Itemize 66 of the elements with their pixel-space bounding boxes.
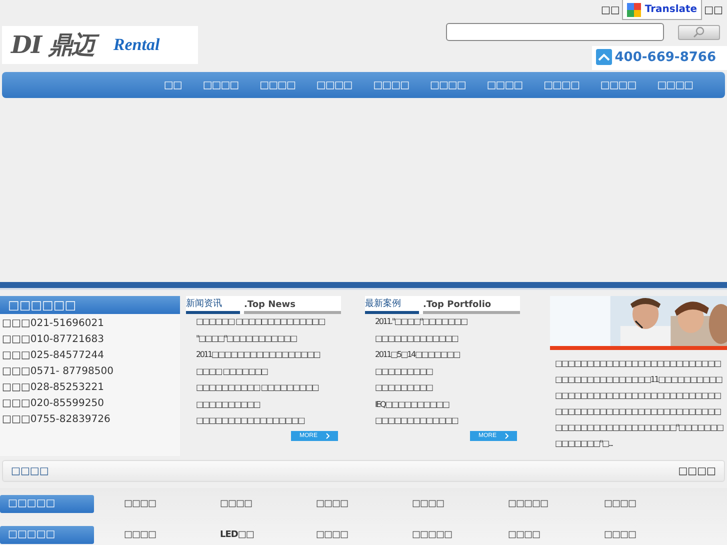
section-subtitle: .Top Portfolio — [423, 300, 520, 314]
logo-tagline: Rental — [113, 35, 160, 55]
category-label: □□□□□ — [0, 526, 94, 544]
section-subtitle: .Top News — [244, 300, 341, 314]
category-link[interactable]: □□□□ — [604, 498, 700, 508]
nav-item[interactable]: □□□□ — [316, 80, 352, 90]
translate-icon — [626, 2, 641, 16]
top-link[interactable]: □□ — [704, 4, 723, 16]
article-link[interactable]: □□□□ □□□□□□□ — [186, 364, 341, 380]
article-link[interactable]: 2011□5□14□□□□□□□ — [365, 347, 520, 364]
nav-item[interactable]: □□□□ — [600, 80, 636, 90]
article-link[interactable]: IEQ□□□□□□□□□□ — [365, 396, 520, 413]
section-title: 最新案例 — [365, 297, 419, 314]
category-link[interactable]: □□□□□ — [508, 498, 604, 508]
search-button[interactable] — [678, 24, 720, 40]
nav-item[interactable]: □□ — [164, 80, 182, 90]
hotline-number: 400-669-8766 — [614, 50, 716, 64]
nav-item[interactable]: □□□□ — [430, 80, 466, 90]
nav-item[interactable]: □□□□ — [544, 80, 580, 90]
links-title: □□□□ — [11, 466, 49, 476]
article-link[interactable]: □□□□□□□□□□□□□ — [365, 330, 520, 347]
category-link[interactable]: □□□□ — [124, 530, 220, 540]
article-link[interactable]: 2011□□□□□□□□□□□□□□□□□ — [186, 347, 341, 364]
article-link[interactable]: □□□□□□ □□□□□□□□□□□□□□ — [186, 314, 341, 330]
nav-item[interactable]: □□□□ — [657, 80, 693, 90]
contact-phone: □□□0755-82839726 — [1, 413, 112, 427]
category-link[interactable]: LED□□ — [220, 530, 316, 540]
nav-item[interactable]: □□□□ — [373, 80, 410, 90]
article-link[interactable]: □□□□□□□□□ — [365, 380, 520, 396]
category-link[interactable]: □□□□ — [316, 530, 412, 540]
logo[interactable]: DI 鼎迈 Rental — [2, 26, 198, 64]
contact-phone: □□□0571- 87798500 — [1, 365, 114, 379]
search-icon — [692, 26, 706, 38]
contact-phone: □□□021-51696021 — [1, 317, 105, 331]
about-text: □□□□□□□□□□□□□□□□□□□□□□□□□□□□□□□□□□□□□□□□□11□□□□□□□□□□□□□□□□□□□□□□□□□□□□□□□□□□□□□□□□□□□□□□□□□□□□□□□□□□□□□□□□□□□□□□□□□□□□□□□□□"□□□□□□□□□□□□□□"□... — [554, 358, 724, 450]
article-link[interactable]: □□□□□□□□□□□□□□□□□ — [186, 413, 341, 430]
top-link[interactable]: □□ — [600, 4, 620, 16]
contact-phone: □□□025-84577244 — [1, 349, 105, 363]
category-link[interactable]: □□□□ — [604, 530, 700, 540]
section-title: 新闻资讯 — [186, 297, 240, 314]
category-label: □□□□□ — [0, 494, 94, 512]
links-more[interactable]: □□□□ — [678, 466, 716, 476]
article-link[interactable]: □□□□□□□□□□ □□□□□□□□□ — [186, 380, 341, 396]
category-link[interactable]: □□□□ — [220, 498, 316, 508]
contact-phone: □□□010-87721683 — [1, 333, 105, 347]
category-link[interactable]: □□□□ — [412, 498, 508, 508]
article-link[interactable]: □□□□□□□□□ — [365, 364, 520, 380]
contact-phone: □□□028-85253221 — [1, 381, 105, 395]
nav-item[interactable]: □□□□ — [260, 80, 296, 90]
category-link[interactable]: □□□□ — [124, 498, 220, 508]
panel-title: □□□□□□ — [0, 296, 180, 314]
category-link[interactable]: □□□□□ — [412, 530, 508, 540]
category-link[interactable]: □□□□ — [316, 498, 412, 508]
chevron-icon — [504, 432, 508, 438]
translate-button[interactable]: Translate — [622, 0, 702, 20]
nav-item[interactable]: □□□□ — [486, 80, 523, 90]
chevron-icon — [326, 432, 330, 438]
logo-mark: DI 鼎迈 — [8, 28, 98, 62]
contact-phone: □□□020-85599250 — [1, 397, 105, 411]
article-link[interactable]: "□□□□"□□□□□□□□□□□ — [186, 330, 341, 347]
nav-item[interactable]: □□□□ — [202, 80, 239, 90]
article-link[interactable]: □□□□□□□□□□□□□ — [365, 413, 520, 430]
article-link[interactable]: 2011."□□□□"□□□□□□□ — [365, 314, 520, 330]
search-field[interactable] — [446, 23, 664, 41]
article-link[interactable]: □□□□□□□□□□ — [186, 396, 341, 413]
category-link[interactable]: □□□□ — [508, 530, 604, 540]
